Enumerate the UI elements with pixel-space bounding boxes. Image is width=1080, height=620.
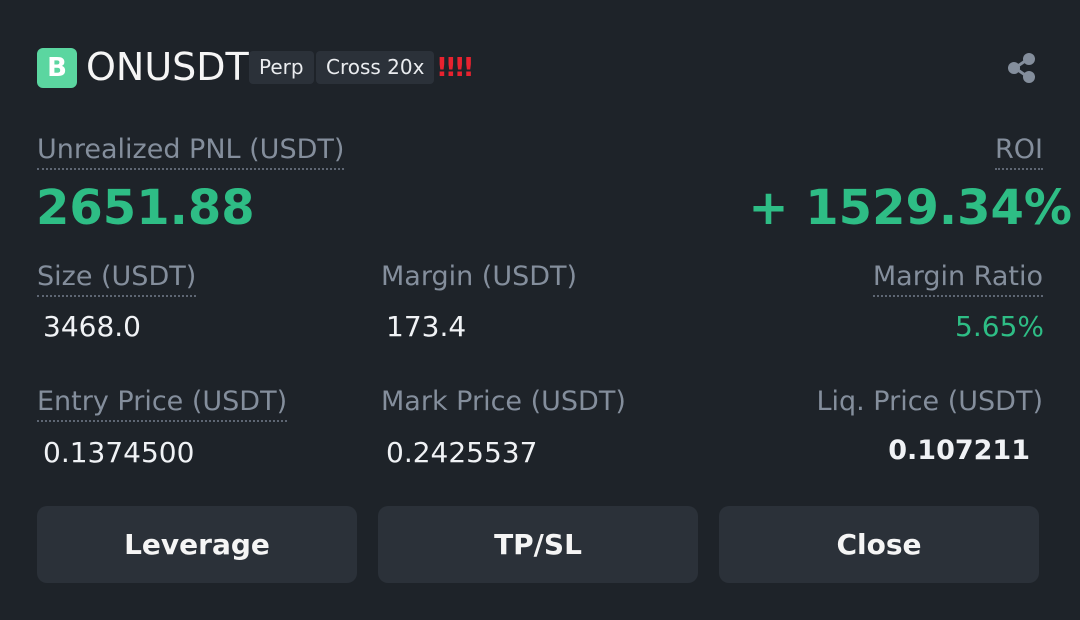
margin-ratio-value: 5.65% xyxy=(955,310,1044,343)
coin-logo: B xyxy=(37,48,77,88)
margin-label: Margin (USDT) xyxy=(381,261,578,292)
mark-price-value: 0.2425537 xyxy=(386,436,538,469)
margin-ratio-label[interactable]: Margin Ratio xyxy=(872,260,1043,297)
warning-marks: !!!! xyxy=(436,53,474,83)
leverage-button[interactable]: Leverage xyxy=(37,506,357,583)
unrealized-pnl-label[interactable]: Unrealized PNL (USDT) xyxy=(37,133,345,170)
entry-price-label[interactable]: Entry Price (USDT) xyxy=(37,385,288,422)
entry-price-value: 0.1374500 xyxy=(43,436,195,469)
tp-sl-button[interactable]: TP/SL xyxy=(378,506,698,583)
liq-price-label: Liq. Price (USDT) xyxy=(816,386,1043,417)
share-icon[interactable] xyxy=(1004,52,1040,84)
roi-value: + 1529.34% xyxy=(748,180,1072,236)
margin-mode-tag[interactable]: Cross 20x xyxy=(316,51,435,84)
unrealized-pnl-value: 2651.88 xyxy=(36,180,255,236)
size-label[interactable]: Size (USDT) xyxy=(37,260,197,297)
contract-type-tag: Perp xyxy=(249,51,314,84)
roi-label[interactable]: ROI xyxy=(995,133,1043,170)
liq-price-value: 0.107211 xyxy=(888,435,1030,466)
size-value: 3468.0 xyxy=(43,310,141,343)
mark-price-label: Mark Price (USDT) xyxy=(381,386,626,417)
margin-value: 173.4 xyxy=(386,310,467,343)
close-position-button[interactable]: Close xyxy=(719,506,1039,583)
symbol-title[interactable]: ONUSDT xyxy=(86,44,249,90)
